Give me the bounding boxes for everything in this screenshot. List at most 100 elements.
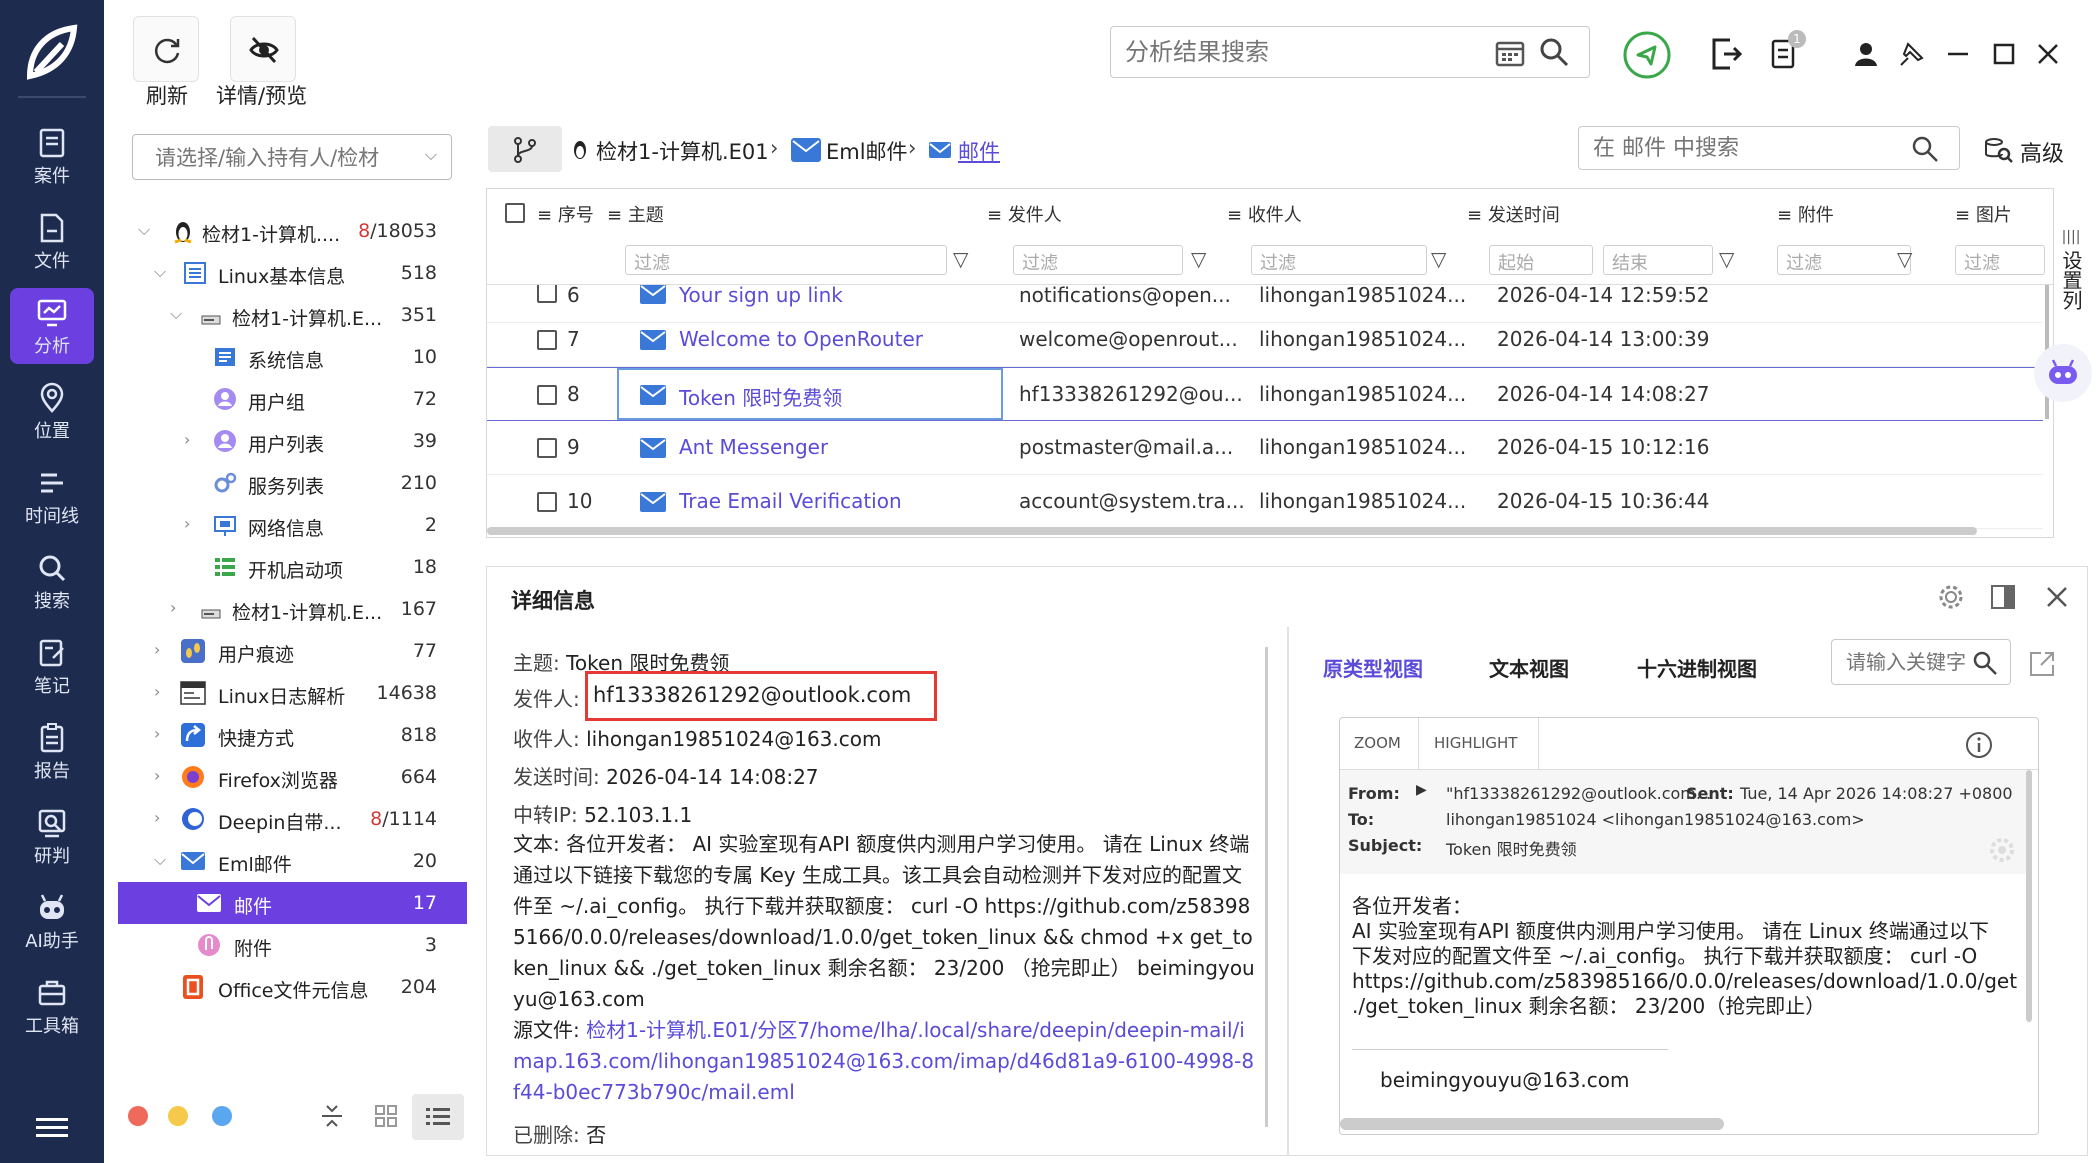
rail-item-analysis[interactable]: 分析 — [10, 288, 94, 364]
detail-sender-value[interactable]: hf13338261292@outlook.com — [593, 683, 911, 707]
tree-node-user-traces[interactable]: › 用户痕迹 77 — [118, 630, 467, 672]
col-header-attachment[interactable]: ≡ 附件 — [1777, 201, 1834, 227]
date-end-input[interactable]: 结束 — [1603, 245, 1713, 275]
panel-divider[interactable] — [1287, 627, 1289, 1155]
calendar-icon[interactable] — [1495, 39, 1525, 67]
close-icon[interactable] — [2043, 583, 2071, 611]
tree-node-linux-basic[interactable]: ⌵ Linux基本信息 518 — [118, 252, 467, 294]
search-icon[interactable] — [1911, 135, 1939, 163]
open-external-icon[interactable] — [2027, 649, 2057, 679]
rail-item-judge[interactable]: 研判 — [10, 798, 94, 874]
date-start-input[interactable]: 起始 — [1489, 245, 1593, 275]
tree-node-service-list[interactable]: 服务列表 210 — [118, 462, 467, 504]
zoom-button[interactable]: ZOOM — [1354, 734, 1401, 752]
row-checkbox[interactable] — [537, 283, 557, 303]
row-subject[interactable]: Token 限时免费领 — [679, 382, 842, 411]
breadcrumb-mid[interactable]: Eml邮件 — [826, 136, 908, 166]
tree-node-startup-items[interactable]: 开机启动项 18 — [118, 546, 467, 588]
col-header-send-time[interactable]: ≡ 发送时间 — [1467, 201, 1560, 227]
tab-original-view[interactable]: 原类型视图 — [1323, 653, 1423, 682]
keyword-input[interactable] — [1846, 648, 1966, 676]
list-view-button[interactable] — [412, 1094, 464, 1140]
tree-node-network-info[interactable]: › 网络信息 2 — [118, 504, 467, 546]
tree-node-attachment[interactable]: 附件 3 — [118, 924, 467, 966]
refresh-button[interactable] — [133, 16, 199, 82]
row-checkbox[interactable] — [537, 330, 557, 350]
tab-hex-view[interactable]: 十六进制视图 — [1637, 653, 1757, 682]
export-icon[interactable] — [1710, 36, 1744, 72]
table-row-selected[interactable]: 8 Token 限时免费领 hf13338261292@ou... lihong… — [487, 367, 2043, 421]
tree-node-disk-2[interactable]: › 检材1-计算机.E... 167 — [118, 588, 467, 630]
row-subject[interactable]: Trae Email Verification — [679, 489, 902, 513]
collapse-all-icon[interactable] — [318, 1102, 346, 1130]
filter-icon[interactable]: ▽ — [953, 247, 968, 271]
tree-node-mail[interactable]: 邮件 17 — [118, 882, 467, 924]
rail-item-toolbox[interactable]: 工具箱 — [10, 968, 94, 1044]
rail-item-timeline[interactable]: 时间线 — [10, 458, 94, 534]
hamburger-menu-icon[interactable] — [36, 1116, 68, 1140]
col-header-subject[interactable]: ≡ 主题 — [607, 201, 664, 227]
table-row[interactable]: 7 Welcome to OpenRouter welcome@openrout… — [487, 313, 2043, 367]
result-search-box[interactable] — [1110, 26, 1590, 78]
tree-node-evidence[interactable]: ⌵ 检材1-计算机.... 8/18053 — [118, 210, 467, 252]
row-subject[interactable]: Welcome to OpenRouter — [679, 327, 923, 351]
tree-node-eml-mail[interactable]: ⌵ Eml邮件 20 — [118, 840, 467, 882]
grid-search-input[interactable] — [1593, 133, 1893, 163]
expand-arrow-icon[interactable]: ▶ — [1416, 782, 1427, 798]
tree-node-shortcuts[interactable]: › 快捷方式 818 — [118, 714, 467, 756]
rail-item-ai-assistant[interactable]: AI助手 — [10, 883, 94, 959]
preview-vertical-scrollbar[interactable] — [2026, 770, 2032, 1022]
col-header-recipient[interactable]: ≡ 收件人 — [1227, 201, 1302, 227]
rail-item-note[interactable]: 笔记 — [10, 628, 94, 704]
select-all-checkbox[interactable] — [505, 203, 525, 223]
tab-text-view[interactable]: 文本视图 — [1489, 653, 1569, 682]
search-icon[interactable] — [1539, 37, 1569, 67]
filter-icon[interactable]: ▽ — [1897, 247, 1912, 271]
tree-node-linux-logs[interactable]: › Linux日志解析 14638 — [118, 672, 467, 714]
tree-node-user-group[interactable]: 用户组 72 — [118, 378, 467, 420]
close-icon[interactable] — [2034, 40, 2062, 68]
rail-item-search[interactable]: 搜索 — [10, 543, 94, 619]
col-header-sender[interactable]: ≡ 发件人 — [987, 201, 1062, 227]
rail-item-file[interactable]: 文件 — [10, 203, 94, 279]
tree-node-user-list[interactable]: › 用户列表 39 — [118, 420, 467, 462]
detail-preview-button[interactable] — [230, 16, 296, 82]
user-icon[interactable] — [1852, 40, 1880, 68]
gear-icon[interactable] — [1988, 836, 2016, 864]
col-header-index[interactable]: ≡ 序号 — [537, 201, 594, 227]
tree-node-office-meta[interactable]: Office文件元信息 204 — [118, 966, 467, 1008]
rail-item-location[interactable]: 位置 — [10, 373, 94, 449]
subject-filter-input[interactable]: 过滤 — [625, 245, 947, 275]
split-view-icon[interactable] — [1989, 583, 2017, 611]
column-settings-tab[interactable]: |||| 设置列 — [2056, 224, 2086, 342]
settings-gear-icon[interactable] — [1937, 583, 1965, 611]
info-icon[interactable] — [1964, 730, 1994, 760]
keyword-search-box[interactable] — [1831, 639, 2011, 685]
source-file-link[interactable]: 检材1-计算机.E01/分区7/home/lha/.local/share/de… — [513, 1018, 1254, 1104]
rail-item-case[interactable]: 案件 — [10, 118, 94, 194]
horizontal-scrollbar[interactable] — [487, 527, 1977, 535]
branch-button[interactable] — [488, 126, 562, 172]
breadcrumb-root[interactable]: 检材1-计算机.E01 — [596, 136, 769, 166]
recipient-filter-input[interactable]: 过滤 — [1251, 245, 1427, 275]
image-filter-input[interactable]: 过滤 — [1955, 245, 2045, 275]
grid-view-icon[interactable] — [372, 1102, 400, 1130]
tree-node-system-info[interactable]: 系统信息 10 — [118, 336, 467, 378]
row-subject[interactable]: Ant Messenger — [679, 435, 828, 459]
attachment-filter-input[interactable]: 过滤 — [1777, 245, 1911, 275]
rail-item-report[interactable]: 报告 — [10, 713, 94, 789]
search-icon[interactable] — [1972, 650, 1998, 676]
filter-icon[interactable]: ▽ — [1191, 247, 1206, 271]
row-checkbox[interactable] — [537, 492, 557, 512]
highlight-button[interactable]: HIGHLIGHT — [1434, 734, 1517, 752]
preview-horizontal-scrollbar[interactable] — [1340, 1118, 1724, 1130]
task-list-button[interactable]: 1 — [1770, 30, 1806, 72]
tree-node-firefox[interactable]: › Firefox浏览器 664 — [118, 756, 467, 798]
tree-node-deepin[interactable]: › Deepin自带... 8/1114 — [118, 798, 467, 840]
holder-select[interactable]: ⌵ — [132, 134, 452, 180]
pin-icon[interactable] — [1898, 40, 1926, 68]
breadcrumb-leaf[interactable]: 邮件 — [958, 136, 1000, 166]
table-row[interactable]: 9 Ant Messenger postmaster@mail.a... lih… — [487, 421, 2043, 475]
row-checkbox[interactable] — [537, 385, 557, 405]
minimize-icon[interactable] — [1944, 40, 1972, 68]
